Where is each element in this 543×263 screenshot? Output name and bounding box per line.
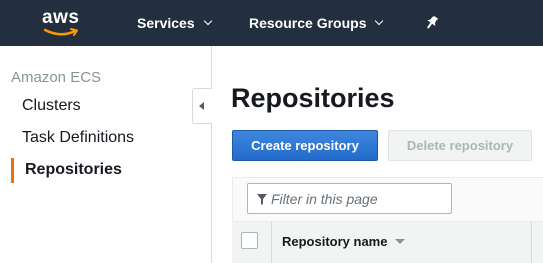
filter-input[interactable]: [270, 184, 448, 213]
resource-groups-menu[interactable]: Resource Groups: [249, 15, 384, 31]
sort-down-icon: [395, 239, 406, 244]
page-title: Repositories: [231, 83, 395, 113]
sidebar-item-clusters[interactable]: Clusters: [22, 97, 81, 115]
top-navigation-bar: aws Services Resource Groups: [0, 0, 543, 46]
chevron-down-icon: [375, 16, 384, 26]
services-label: Services: [137, 15, 195, 31]
active-indicator: [11, 158, 14, 183]
resource-groups-label: Resource Groups: [249, 15, 367, 31]
chevron-left-icon: [199, 102, 204, 110]
column-header-repository-name[interactable]: Repository name: [282, 234, 406, 249]
collapse-sidebar-button[interactable]: [192, 88, 212, 124]
services-menu[interactable]: Services: [137, 15, 212, 31]
sidebar-item-repositories[interactable]: Repositories: [25, 161, 122, 179]
sidebar-item-task-definitions[interactable]: Task Definitions: [22, 129, 134, 147]
chevron-down-icon: [203, 16, 212, 26]
column-header-label: Repository name: [282, 234, 388, 249]
delete-repository-button: Delete repository: [388, 130, 532, 161]
create-repository-button[interactable]: Create repository: [232, 130, 378, 161]
pin-icon[interactable]: [424, 15, 440, 31]
column-divider: [271, 221, 272, 263]
select-all-checkbox[interactable]: [241, 232, 258, 249]
filter-icon: [257, 194, 267, 205]
aws-logo[interactable]: aws: [40, 7, 90, 39]
column-divider: [531, 221, 532, 263]
aws-smile-icon: [44, 28, 78, 36]
filter-box[interactable]: [247, 183, 452, 214]
sidebar-title[interactable]: Amazon ECS: [11, 69, 101, 86]
logo-text: aws: [42, 7, 80, 28]
sidebar: Amazon ECS Clusters Task Definitions Rep…: [0, 46, 212, 263]
